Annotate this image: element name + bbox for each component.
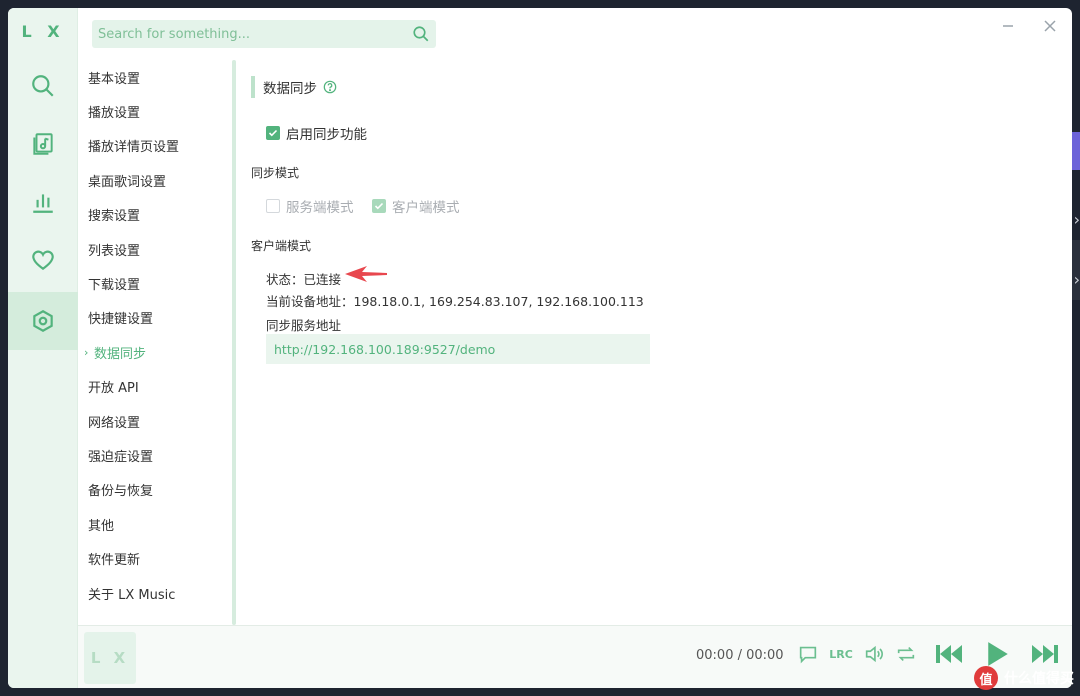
nav-item-label: 备份与恢复	[88, 484, 154, 500]
nav-item-label: 网络设置	[88, 415, 141, 431]
nav-item-label: 播放设置	[88, 106, 141, 122]
watermark: 值 什么值得买	[974, 666, 1074, 690]
nav-item-other[interactable]: 其他	[78, 507, 236, 541]
nav-item-backup[interactable]: 备份与恢复	[78, 473, 236, 507]
section-title: 数据同步	[251, 76, 337, 98]
search-button[interactable]	[406, 20, 436, 48]
repeat-icon	[897, 646, 915, 662]
play-icon	[988, 642, 1008, 666]
nav-item-label: 列表设置	[88, 243, 141, 259]
rail-settings[interactable]	[8, 292, 78, 350]
comment-button[interactable]	[794, 640, 822, 668]
nav-item-label: 其他	[88, 518, 115, 534]
watermark-badge: 值	[974, 666, 998, 690]
red-arrow-annotation-icon	[345, 266, 387, 282]
nav-item-download[interactable]: 下载设置	[78, 266, 236, 300]
nav-item-open-api[interactable]: 开放 API	[78, 370, 236, 404]
chevron-right-icon: ›	[84, 345, 89, 359]
search-box	[92, 20, 436, 48]
nav-item-update[interactable]: 软件更新	[78, 541, 236, 575]
close-icon	[1044, 20, 1056, 32]
player-bar: L X 00:00 / 00:00 LRC	[78, 625, 1072, 688]
connection-status: 状态：已连接	[266, 272, 342, 287]
checkbox-checked-icon	[372, 199, 386, 213]
search-icon	[32, 75, 54, 97]
nav-item-label: 软件更新	[88, 553, 141, 569]
repeat-button[interactable]	[892, 640, 920, 668]
checkbox-unchecked-icon	[266, 199, 280, 213]
lrc-icon: LRC	[829, 647, 853, 661]
checkbox-label: 客户端模式	[392, 200, 460, 216]
rail-leaderboard[interactable]	[8, 173, 78, 231]
comment-icon	[799, 646, 817, 664]
nav-item-about[interactable]: 关于 LX Music	[78, 576, 236, 610]
server-mode-checkbox[interactable]: 服务端模式	[266, 196, 354, 216]
search-input[interactable]	[98, 26, 406, 42]
music-list-icon	[33, 133, 53, 155]
nav-item-basic[interactable]: 基本设置	[78, 60, 236, 94]
play-button[interactable]	[982, 640, 1012, 668]
help-icon[interactable]	[323, 80, 337, 94]
nav-item-hotkey[interactable]: 快捷键设置	[78, 301, 236, 335]
settings-nav: 基本设置 播放设置 播放详情页设置 桌面歌词设置 搜索设置 列表设置 下载设置 …	[78, 60, 236, 625]
nav-item-label: 基本设置	[88, 71, 141, 87]
heart-icon	[32, 250, 54, 270]
nav-item-label: 搜索设置	[88, 209, 141, 225]
skip-next-icon	[1032, 645, 1058, 663]
background-glyph: ›	[1073, 210, 1080, 229]
checkbox-checked-icon	[266, 126, 280, 140]
nav-item-label: 强迫症设置	[88, 449, 154, 465]
nav-item-label: 快捷键设置	[88, 312, 154, 328]
sync-mode-heading: 同步模式	[251, 166, 300, 180]
nav-item-label: 开放 API	[88, 381, 139, 397]
nav-item-network[interactable]: 网络设置	[78, 404, 236, 438]
watermark-text: 什么值得买	[1004, 671, 1074, 687]
minimize-icon	[1003, 25, 1013, 27]
volume-icon	[865, 645, 883, 663]
section-title-text: 数据同步	[263, 81, 317, 97]
checkbox-label: 服务端模式	[286, 200, 354, 216]
minimize-button[interactable]	[996, 14, 1020, 38]
nav-item-play-detail[interactable]: 播放详情页设置	[78, 129, 236, 163]
icon-rail: L X	[8, 8, 78, 688]
play-time: 00:00 / 00:00	[696, 648, 784, 663]
rail-favorites[interactable]	[8, 231, 78, 289]
nav-item-label: 播放详情页设置	[88, 140, 180, 156]
nav-item-search[interactable]: 搜索设置	[78, 198, 236, 232]
client-mode-heading: 客户端模式	[251, 239, 312, 253]
app-window: L X 基本设置 播放设置 播放详情页设置 桌面歌词设置	[8, 8, 1072, 688]
nav-item-play[interactable]: 播放设置	[78, 94, 236, 128]
rail-songlist[interactable]	[8, 115, 78, 173]
chart-icon	[33, 194, 53, 213]
lyric-button[interactable]: LRC	[826, 640, 856, 668]
next-button[interactable]	[1028, 640, 1062, 668]
settings-hexagon-icon	[33, 310, 53, 332]
nav-item-label: 数据同步	[94, 346, 147, 362]
nav-item-label: 下载设置	[88, 278, 141, 294]
nav-item-desktop-lyric[interactable]: 桌面歌词设置	[78, 163, 236, 197]
nav-item-sync[interactable]: › 数据同步	[78, 335, 236, 369]
nav-item-label: 桌面歌词设置	[88, 174, 167, 190]
server-address-input[interactable]	[266, 334, 650, 364]
album-cover[interactable]: L X	[84, 632, 136, 684]
enable-sync-checkbox[interactable]: 启用同步功能	[266, 123, 367, 143]
volume-button[interactable]	[860, 640, 888, 668]
device-address: 当前设备地址：198.18.0.1, 169.254.83.107, 192.1…	[266, 294, 644, 309]
checkbox-label: 启用同步功能	[286, 127, 367, 143]
search-icon	[413, 26, 429, 42]
nav-item-ocd[interactable]: 强迫症设置	[78, 438, 236, 472]
background-glyph: ›	[1073, 270, 1080, 289]
client-mode-checkbox[interactable]: 客户端模式	[372, 196, 460, 216]
nav-scrollbar[interactable]	[232, 60, 236, 625]
skip-previous-icon	[936, 645, 962, 663]
nav-item-label: 关于 LX Music	[88, 587, 176, 603]
close-button[interactable]	[1038, 14, 1062, 38]
server-address-label: 同步服务地址	[266, 318, 342, 333]
nav-item-list[interactable]: 列表设置	[78, 232, 236, 266]
app-logo: L X	[21, 22, 65, 41]
rail-search[interactable]	[8, 57, 78, 115]
previous-button[interactable]	[932, 640, 966, 668]
background-accent	[1072, 132, 1080, 170]
sync-settings-panel: 数据同步 启用同步功能 同步模式 服务端模式 客户端模式 客户端模式 状态：已连…	[251, 60, 1051, 625]
